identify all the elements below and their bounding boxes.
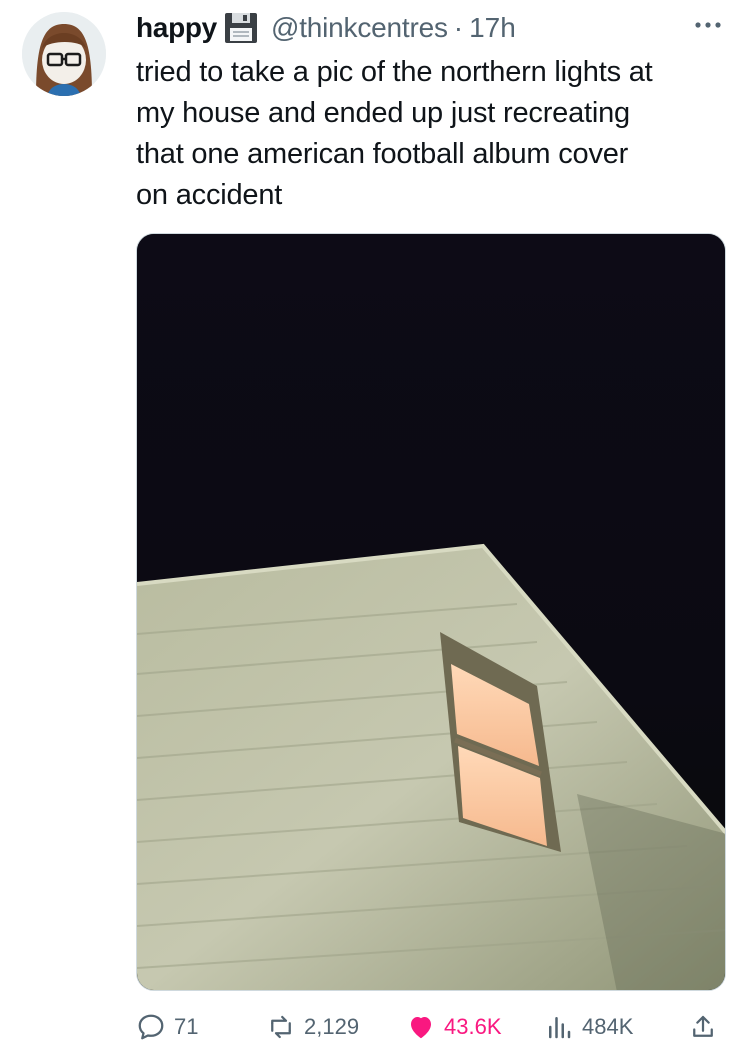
retweet-icon	[271, 1015, 291, 1039]
separator-dot: ·	[453, 12, 464, 43]
house-at-night-photo	[137, 234, 725, 990]
share-button[interactable]	[688, 1006, 726, 1048]
floppy-disk-icon	[223, 10, 259, 46]
reply-icon	[138, 1014, 164, 1040]
heart-icon	[411, 1017, 431, 1039]
reply-count: 71	[174, 1014, 199, 1039]
avatar[interactable]	[22, 12, 106, 96]
tweet-actions: 71 2,129 43.6K 484K	[136, 1006, 726, 1048]
like-count: 43.6K	[444, 1014, 502, 1039]
views-chart-icon	[549, 1017, 571, 1039]
views-button[interactable]: 484K	[544, 1006, 633, 1048]
retweet-count: 2,129	[304, 1014, 360, 1039]
share-icon	[693, 1015, 713, 1037]
retweet-button[interactable]: 2,129	[266, 1006, 359, 1048]
tweet-header: happy @thinkcentres · 17h	[136, 8, 736, 48]
views-count: 484K	[582, 1014, 634, 1039]
display-name[interactable]: happy	[136, 12, 217, 44]
more-dots-icon[interactable]	[690, 10, 726, 40]
reply-button[interactable]: 71	[136, 1006, 198, 1048]
avatar-illustration	[22, 12, 106, 96]
tweet-photo[interactable]	[136, 233, 726, 991]
timestamp[interactable]: 17h	[469, 12, 516, 44]
tweet-text: tried to take a pic of the northern ligh…	[136, 56, 653, 211]
user-handle[interactable]: @thinkcentres	[271, 12, 448, 44]
like-button[interactable]: 43.6K	[406, 1006, 502, 1048]
